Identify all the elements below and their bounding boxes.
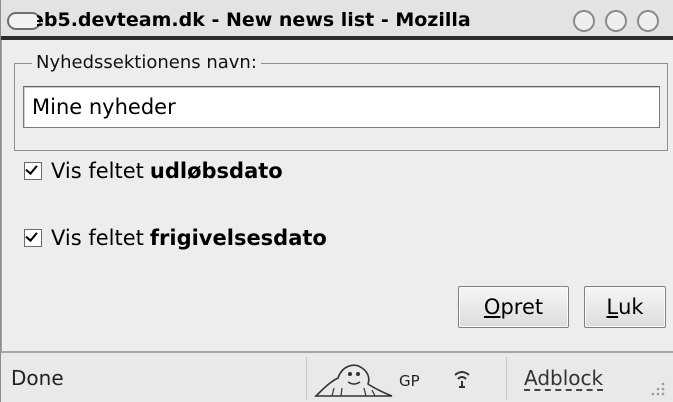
release-checkbox-label-prefix: Vis feltet <box>51 226 144 250</box>
name-group-legend: Nyhedssektionens navn: <box>32 51 261 75</box>
create-button[interactable]: Opret <box>458 286 569 328</box>
browser-dialog-window: eb5.devteam.dk - New news list - Mozilla… <box>0 0 673 402</box>
greasemonkey-icon[interactable] <box>312 358 396 398</box>
checkmark-icon <box>25 162 38 175</box>
expiry-checkbox-label-field: udløbsdato <box>149 159 283 183</box>
resize-grip-icon[interactable] <box>647 378 667 398</box>
status-bar: Done GP Adblock <box>1 351 673 402</box>
expiry-date-checkbox[interactable] <box>24 162 42 180</box>
window-menu-icon[interactable] <box>7 12 41 30</box>
close-button-label: uk <box>618 295 644 319</box>
status-divider <box>306 357 307 400</box>
close-button-accesskey: L <box>606 295 619 319</box>
minimize-button[interactable] <box>573 10 595 32</box>
dialog-content: Nyhedssektionens navn: Vis feltet udløbs… <box>1 40 673 351</box>
create-button-accesskey: O <box>483 295 501 319</box>
close-window-button[interactable] <box>637 10 659 32</box>
close-button[interactable]: Luk <box>584 286 666 328</box>
news-section-name-input[interactable] <box>23 86 660 128</box>
adblock-link[interactable]: Adblock <box>524 367 604 391</box>
maximize-button[interactable] <box>605 10 627 32</box>
connection-icon[interactable] <box>449 367 475 391</box>
status-divider <box>506 357 507 400</box>
release-date-checkbox[interactable] <box>24 229 42 247</box>
title-bar[interactable]: eb5.devteam.dk - New news list - Mozilla <box>1 0 673 40</box>
expiry-checkbox-label-prefix: Vis feltet <box>51 159 144 183</box>
checkbox-row-release[interactable]: Vis feltet frigivelsesdato <box>24 221 327 255</box>
checkmark-icon <box>25 229 38 242</box>
release-checkbox-label-field: frigivelsesdato <box>149 226 327 250</box>
create-button-label: pret <box>500 295 544 319</box>
gp-indicator[interactable]: GP <box>399 372 420 390</box>
status-text: Done <box>11 366 64 390</box>
window-title: eb5.devteam.dk - New news list - Mozilla <box>37 9 471 31</box>
checkbox-row-expiry[interactable]: Vis feltet udløbsdato <box>24 154 283 188</box>
